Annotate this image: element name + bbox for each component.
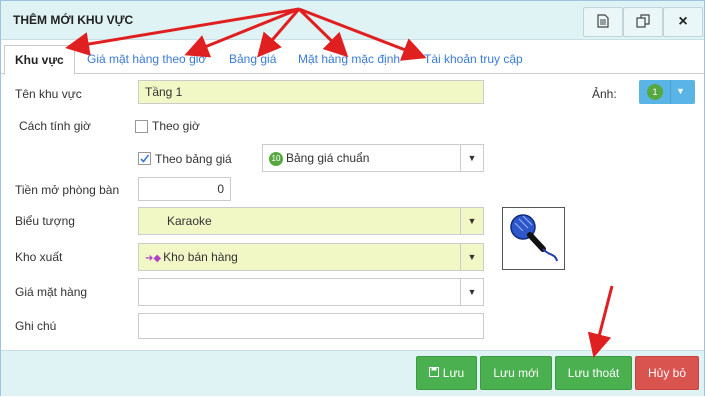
document-button[interactable] [583, 7, 623, 37]
chevron-down-icon: ▼ [460, 244, 483, 270]
icon-select-value: Karaoke [167, 214, 212, 228]
warehouse-value: Kho bán hàng [163, 250, 238, 264]
time-calc-label: Cách tính giờ [19, 119, 91, 133]
close-icon: × [678, 13, 688, 30]
copy-icon [636, 13, 650, 31]
image-picker-button[interactable]: 1 ▼ [639, 80, 695, 104]
price-table-value: Bảng giá chuẩn [286, 151, 370, 165]
by-price-table-label: Theo bảng giá [155, 152, 232, 166]
chevron-down-icon: ▼ [460, 145, 483, 171]
item-price-select[interactable]: ▼ [138, 278, 484, 306]
document-icon [597, 13, 609, 31]
save-new-button[interactable]: Lưu mới [480, 356, 552, 390]
chevron-down-icon: ▼ [460, 208, 483, 234]
item-price-label: Giá mặt hàng [15, 285, 88, 299]
price-table-select[interactable]: 10 Bảng giá chuẩn ▼ [262, 144, 484, 172]
icon-select[interactable]: Karaoke ▼ [138, 207, 484, 235]
dialog-header: THÊM MỚI KHU VỰC × [1, 1, 704, 40]
save-button[interactable]: Lưu [416, 356, 477, 390]
warehouse-label: Kho xuất [15, 250, 63, 264]
tab-mat-hang-mac-dinh[interactable]: Mặt hàng mặc định [298, 45, 400, 73]
by-hour-checkbox[interactable] [135, 120, 148, 133]
image-label: Ảnh: [592, 87, 617, 101]
chevron-down-icon: ▼ [460, 279, 483, 305]
tab-khu-vuc[interactable]: Khu vực [4, 45, 75, 75]
microphone-image[interactable] [502, 207, 565, 270]
microphone-icon [510, 214, 558, 262]
icon-label: Biểu tượng [15, 214, 75, 228]
opening-fee-field[interactable]: 0 [138, 177, 231, 201]
dialog-title: THÊM MỚI KHU VỰC [13, 13, 134, 27]
note-label: Ghi chú [15, 319, 57, 333]
tab-bar: Khu vực Giá mặt hàng theo giờ Bảng giá M… [1, 45, 704, 75]
opening-fee-label: Tiền mở phòng bàn [15, 183, 120, 197]
warehouse-icon: ➜◆ [145, 253, 162, 264]
copy-button[interactable] [623, 7, 663, 37]
by-hour-label: Theo giờ [152, 119, 200, 133]
tab-tai-khoan-truy-cap[interactable]: Tài khoản truy cập [424, 45, 523, 73]
warehouse-select[interactable]: ➜◆ Kho bán hàng ▼ [138, 243, 484, 271]
chevron-down-icon: ▼ [676, 86, 685, 96]
add-area-dialog: THÊM MỚI KHU VỰC × Khu vực Giá mặt hàng … [0, 0, 705, 396]
dialog-footer: Lưu Lưu mới Lưu thoát Hủy bỏ [1, 350, 704, 396]
save-exit-button[interactable]: Lưu thoát [555, 356, 632, 390]
close-button[interactable]: × [663, 7, 703, 37]
tab-bang-gia[interactable]: Bảng giá [229, 45, 276, 73]
note-field[interactable] [138, 313, 484, 339]
area-name-label: Tên khu vực [15, 87, 82, 101]
price-table-badge: 10 [269, 151, 283, 166]
save-icon [428, 366, 439, 380]
by-price-table-checkbox[interactable] [138, 152, 151, 165]
cancel-button[interactable]: Hủy bỏ [635, 356, 699, 390]
tab-gia-mat-hang-theo-gio[interactable]: Giá mặt hàng theo giờ [87, 45, 206, 73]
area-name-field[interactable]: Tầng 1 [138, 80, 484, 104]
image-badge: 1 [647, 84, 663, 100]
